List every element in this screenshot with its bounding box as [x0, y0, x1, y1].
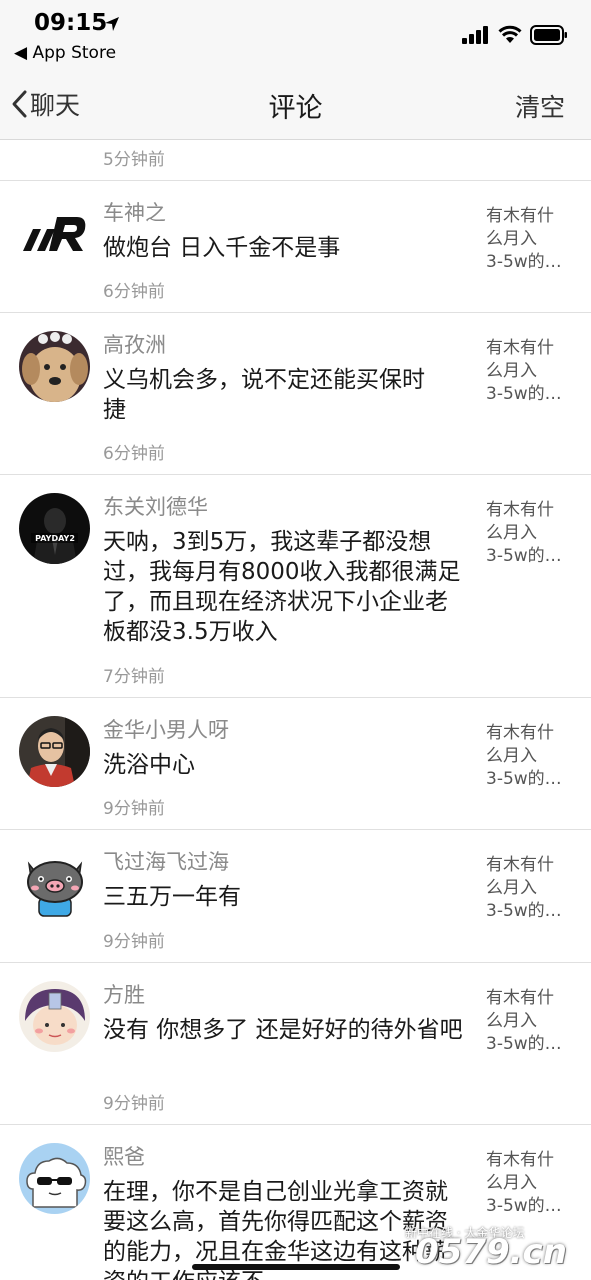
- commenter-name[interactable]: 方胜: [103, 979, 145, 1009]
- commenter-name[interactable]: 熙爸: [103, 1141, 145, 1171]
- referenced-post-snippet[interactable]: 有木有什 么月入 3-5w的…: [486, 722, 578, 791]
- comment-time: 9分钟前: [103, 1094, 165, 1114]
- list-item[interactable]: PAYDAY2 东关刘德华 天呐，3到5万，我这辈子都没想过，我每月有8000收…: [0, 475, 591, 698]
- comment-text: 洗浴中心: [103, 752, 195, 778]
- ref-line: 么月入: [486, 1173, 537, 1193]
- referenced-post-snippet[interactable]: 有木有什 么月入 3-5w的…: [486, 337, 578, 406]
- ref-line: 有木有什: [486, 1150, 554, 1170]
- comment-text: 三五万一年有: [103, 884, 241, 910]
- ref-line: 么月入: [486, 1011, 537, 1031]
- comment-time: 6分钟前: [103, 282, 165, 302]
- cartoon-child-avatar-icon: [19, 981, 90, 1052]
- comment-text: 义乌机会多，说不定还能买保时捷: [103, 367, 425, 423]
- comment-text: 没有 你想多了 还是好好的待外省吧: [103, 1017, 463, 1043]
- avatar[interactable]: [19, 981, 90, 1052]
- list-item[interactable]: 金华小男人呀 洗浴中心 9分钟前 有木有什 么月入 3-5w的…: [0, 698, 591, 830]
- avatar[interactable]: [19, 848, 90, 919]
- ref-line: 有木有什: [486, 206, 554, 226]
- status-bar: 09:15 ◀ App Store: [0, 0, 591, 68]
- clear-button[interactable]: 清空: [515, 88, 565, 124]
- avatar[interactable]: [19, 199, 90, 270]
- list-item-partial[interactable]: 5分钟前: [0, 141, 591, 181]
- ref-line: 有木有什: [486, 338, 554, 358]
- referenced-post-snippet[interactable]: 有木有什 么月入 3-5w的…: [486, 1149, 578, 1218]
- r-logo-icon: [19, 199, 90, 270]
- list-item[interactable]: 车神之 做炮台 日入千金不是事 6分钟前 有木有什 么月入 3-5w的…: [0, 181, 591, 313]
- ref-line: 么月入: [486, 878, 537, 898]
- ref-line: 3-5w的…: [486, 1034, 562, 1054]
- commenter-name[interactable]: 东关刘德华: [103, 491, 208, 521]
- list-item[interactable]: 方胜 没有 你想多了 还是好好的待外省吧 9分钟前 有木有什 么月入 3-5w的…: [0, 963, 591, 1125]
- ref-line: 么月入: [486, 746, 537, 766]
- comment-list[interactable]: 5分钟前 车神之 做炮台 日入千金不是事 6分钟前 有木有什 么月入 3-5w的…: [0, 141, 591, 1280]
- wifi-icon: [498, 25, 522, 43]
- ref-line: 有木有什: [486, 500, 554, 520]
- cloud-sunglasses-avatar-icon: [19, 1143, 90, 1214]
- referenced-post-snippet[interactable]: 有木有什 么月入 3-5w的…: [486, 205, 578, 274]
- avatar[interactable]: PAYDAY2: [19, 493, 90, 564]
- comment-time: 5分钟前: [103, 150, 165, 170]
- referenced-post-snippet[interactable]: 有木有什 么月入 3-5w的…: [486, 854, 578, 923]
- comment-time: 6分钟前: [103, 444, 165, 464]
- comment-time: 9分钟前: [103, 799, 165, 819]
- cellular-signal-icon: [462, 26, 488, 44]
- comment-text: 做炮台 日入千金不是事: [103, 235, 341, 261]
- commenter-name[interactable]: 高孜洲: [103, 329, 166, 359]
- commenter-name[interactable]: 车神之: [103, 197, 166, 227]
- ref-line: 么月入: [486, 523, 537, 543]
- list-item[interactable]: 高孜洲 义乌机会多，说不定还能买保时捷 6分钟前 有木有什 么月入 3-5w的…: [0, 313, 591, 475]
- navigation-bar: 聊天 评论 清空: [0, 68, 591, 140]
- commenter-name[interactable]: 飞过海飞过海: [103, 846, 229, 876]
- site-watermark: 新中在线 · 大金华论坛 0579.cn: [395, 1210, 585, 1272]
- ref-line: 有木有什: [486, 988, 554, 1008]
- comment-time: 7分钟前: [103, 667, 165, 687]
- avatar[interactable]: [19, 1143, 90, 1214]
- referenced-post-snippet[interactable]: 有木有什 么月入 3-5w的…: [486, 987, 578, 1056]
- avatar[interactable]: [19, 331, 90, 402]
- list-item[interactable]: 飞过海飞过海 三五万一年有 9分钟前 有木有什 么月入 3-5w的…: [0, 830, 591, 963]
- ref-line: 3-5w的…: [486, 384, 562, 404]
- cartoon-pig-avatar-icon: [19, 848, 90, 919]
- battery-icon: [530, 25, 567, 45]
- page-title: 评论: [268, 93, 323, 124]
- ref-line: 有木有什: [486, 723, 554, 743]
- ref-line: 么月入: [486, 361, 537, 381]
- ref-line: 3-5w的…: [486, 546, 562, 566]
- person-photo-avatar-icon: [19, 716, 90, 787]
- ref-line: 3-5w的…: [486, 252, 562, 272]
- location-arrow-icon: [105, 17, 119, 31]
- comment-text: 天呐，3到5万，我这辈子都没想过，我每月有8000收入我都很满足了，而且现在经济…: [103, 529, 461, 645]
- ref-line: 么月入: [486, 229, 537, 249]
- home-indicator[interactable]: [192, 1264, 400, 1270]
- referenced-post-snippet[interactable]: 有木有什 么月入 3-5w的…: [486, 499, 578, 568]
- dog-photo-avatar-icon: [19, 331, 90, 402]
- avatar-caption: PAYDAY2: [35, 534, 75, 543]
- ref-line: 3-5w的…: [486, 901, 562, 921]
- back-to-app-store-link[interactable]: ◀ App Store: [14, 43, 116, 63]
- payday-game-avatar-icon: PAYDAY2: [19, 493, 90, 564]
- comment-time: 9分钟前: [103, 932, 165, 952]
- ref-line: 有木有什: [486, 855, 554, 875]
- ref-line: 3-5w的…: [486, 769, 562, 789]
- watermark-logo-text: 0579.cn: [415, 1232, 567, 1272]
- commenter-name[interactable]: 金华小男人呀: [103, 714, 229, 744]
- status-time: 09:15: [34, 10, 108, 36]
- avatar[interactable]: [19, 716, 90, 787]
